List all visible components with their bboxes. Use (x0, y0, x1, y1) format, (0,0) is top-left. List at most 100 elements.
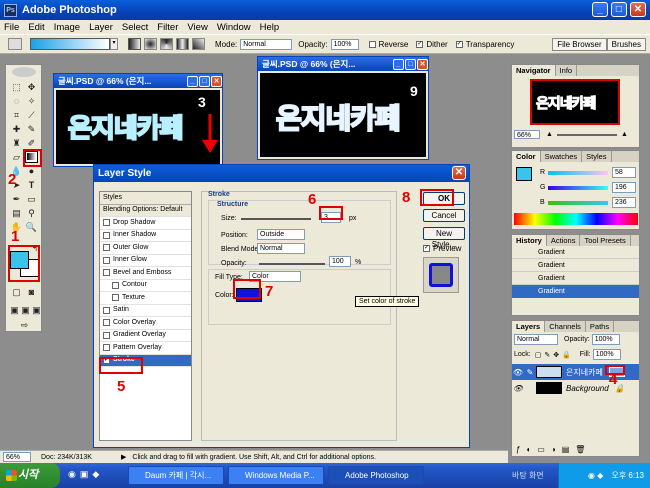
zoom-tool-icon[interactable]: 🔍 (25, 221, 38, 233)
gradient-dropdown-icon[interactable]: ▾ (110, 38, 118, 50)
tab-paths[interactable]: Paths (586, 321, 615, 332)
tool-preset-icon[interactable] (8, 38, 22, 50)
zoom-out-icon[interactable]: ▲ (546, 131, 553, 138)
navigator-zoom-input[interactable]: 66% (514, 130, 540, 139)
document-window-2[interactable]: 글씨.PSD @ 66% (은지... _ □ ✕ 은지네카페 9 (257, 56, 429, 160)
tab-swatches[interactable]: Swatches (541, 151, 583, 162)
close-button[interactable]: ✕ (630, 2, 646, 17)
zoom-in-icon[interactable]: ▲ (621, 131, 628, 138)
effect-checkbox[interactable] (103, 231, 110, 239)
blending-options-item[interactable]: Blending Options: Default (100, 204, 191, 217)
effect-checkbox[interactable] (112, 281, 119, 289)
brush-tool-icon[interactable]: ✎ (25, 123, 38, 135)
slice-tool-icon[interactable]: ⟋ (25, 109, 38, 121)
brushes-tab[interactable]: Brushes (606, 37, 646, 51)
r-slider[interactable] (548, 170, 608, 175)
effect-checkbox[interactable] (103, 331, 110, 339)
color-fg-swatch[interactable] (516, 167, 532, 181)
size-slider[interactable] (241, 218, 311, 220)
standard-mode-icon[interactable]: ▢ (10, 286, 23, 298)
status-doc-size[interactable]: Doc: 234K/313K (41, 454, 111, 461)
history-item[interactable]: Gradient (512, 272, 639, 285)
menu-edit[interactable]: Edit (28, 22, 44, 33)
transparency-checkbox[interactable]: ✓ (455, 40, 463, 48)
effect-outer-glow[interactable]: Outer Glow (100, 242, 191, 255)
effect-checkbox[interactable] (103, 344, 110, 352)
layer-opacity-input[interactable]: 100% (591, 334, 620, 345)
layer-style-icon[interactable]: ƒ (516, 445, 520, 454)
lasso-tool-icon[interactable]: ◌ (10, 95, 23, 107)
history-item[interactable]: Gradient (512, 246, 639, 259)
g-slider[interactable] (548, 185, 608, 190)
taskbar-item-daum[interactable]: Daum 카페 | 각시... (128, 466, 224, 485)
status-zoom[interactable]: 66% (3, 452, 31, 462)
effect-contour[interactable]: Contour (100, 280, 191, 292)
b-slider[interactable] (548, 200, 608, 205)
doc1-maximize-button[interactable]: □ (199, 75, 210, 87)
file-browser-tab[interactable]: File Browser (552, 37, 607, 51)
delete-layer-icon[interactable]: 🗑 (575, 445, 585, 454)
effect-checkbox[interactable] (103, 306, 110, 314)
effect-pattern-overlay[interactable]: Pattern Overlay (100, 342, 191, 355)
history-item[interactable]: Gradient (512, 259, 639, 272)
effect-checkbox[interactable] (103, 256, 110, 264)
crop-tool-icon[interactable]: ⌗ (10, 109, 23, 121)
dialog-close-button[interactable]: ✕ (452, 166, 466, 180)
effect-bevel-emboss[interactable]: Bevel and Emboss (100, 267, 191, 280)
menu-filter[interactable]: Filter (157, 22, 178, 33)
effect-texture[interactable]: Texture (100, 292, 191, 305)
reverse-checkbox[interactable] (368, 40, 376, 48)
preview-checkbox[interactable]: ✓ (423, 245, 430, 252)
menu-help[interactable]: Help (260, 22, 280, 33)
menu-window[interactable]: Window (217, 22, 251, 33)
lock-icons[interactable]: ▢✎✥🔒 (535, 351, 574, 359)
layer-mask-icon[interactable]: ◐ (526, 445, 531, 454)
foreground-color-swatch[interactable] (10, 251, 29, 269)
position-select[interactable]: Outside (257, 229, 305, 240)
tray-icons[interactable]: ◉ ◆ (588, 471, 603, 480)
taskbar-item-wmp[interactable]: Windows Media P... (228, 466, 324, 485)
doc1-close-button[interactable]: ✕ (211, 75, 222, 87)
fill-input[interactable]: 100% (592, 349, 621, 360)
diamond-gradient-icon[interactable] (192, 38, 205, 50)
stroke-opacity-input[interactable]: 100 (329, 256, 351, 267)
linear-gradient-icon[interactable] (128, 38, 141, 50)
color-spectrum-bar[interactable] (514, 213, 638, 225)
document-2-canvas[interactable]: 은지네카페 9 (260, 73, 426, 157)
document-window-1[interactable]: 글씨.PSD @ 66% (은지... _ □ ✕ 은지네카페 3 (53, 73, 223, 167)
screen-mode-3-icon[interactable]: ▣ (30, 304, 43, 316)
minimize-button[interactable]: _ (591, 2, 608, 17)
effect-checkbox[interactable] (103, 244, 110, 252)
notes-tool-icon[interactable]: ▤ (10, 207, 23, 219)
status-arrow-icon[interactable]: ▶ (121, 453, 126, 461)
new-layer-icon[interactable]: ▤ (562, 445, 570, 454)
angle-gradient-icon[interactable] (160, 38, 173, 50)
tab-history[interactable]: History (512, 235, 547, 246)
styles-header[interactable]: Styles (100, 192, 191, 205)
tab-color[interactable]: Color (512, 151, 541, 162)
eye-icon[interactable]: 👁 (512, 384, 524, 393)
effect-satin[interactable]: Satin (100, 305, 191, 317)
dither-checkbox[interactable]: ✓ (416, 40, 424, 48)
effect-checkbox[interactable] (103, 269, 110, 277)
new-style-button[interactable]: New Style... (423, 227, 465, 249)
tab-channels[interactable]: Channels (545, 321, 586, 332)
move-tool-icon[interactable]: ✥ (25, 81, 38, 93)
tab-layers[interactable]: Layers (512, 321, 546, 332)
doc2-close-button[interactable]: ✕ (417, 58, 428, 70)
adjustment-layer-icon[interactable]: ◑ (551, 445, 556, 454)
effect-inner-shadow[interactable]: Inner Shadow (100, 230, 191, 242)
effect-color-overlay[interactable]: Color Overlay (100, 317, 191, 330)
cancel-button[interactable]: Cancel (423, 209, 465, 222)
magic-wand-icon[interactable]: ✧ (25, 95, 38, 107)
jump-to-imageready-icon[interactable]: ⇨ (18, 319, 31, 331)
g-input[interactable]: 196 (612, 182, 636, 193)
effect-drop-shadow[interactable]: Drop Shadow (100, 217, 191, 230)
eye-icon[interactable]: 👁 (512, 368, 524, 377)
eyedropper-icon[interactable]: ⚲ (25, 207, 38, 219)
blend-mode-select[interactable]: Normal (257, 243, 305, 254)
history-item-selected[interactable]: Gradient (512, 285, 639, 298)
layer-set-icon[interactable]: ▭ (537, 445, 545, 454)
effect-inner-glow[interactable]: Inner Glow (100, 255, 191, 267)
effect-checkbox[interactable] (103, 319, 110, 327)
